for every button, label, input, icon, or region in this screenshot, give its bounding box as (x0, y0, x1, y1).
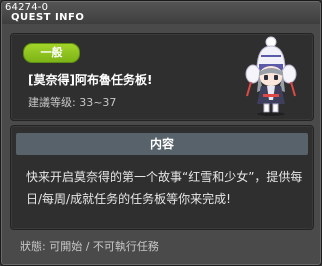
quest-name: [莫奈得]阿布魯任务板! (28, 73, 153, 87)
quest-description: 快来开启莫奈得的第一个故事“红雪和少女”，提供每日/每周/成就任务的任务板等你来… (26, 170, 303, 206)
snow-girl-npc-icon (245, 36, 297, 116)
window-title: QUEST INFO (11, 12, 85, 23)
quest-info-window: 64274-0 QUEST INFO 一般 [莫奈得]阿布魯任务板! 建議等级:… (0, 0, 322, 266)
quest-content-panel: 内容 快来开启莫奈得的第一个故事“红雪和少女”，提供每日/每周/成就任务的任务板… (10, 125, 314, 230)
quest-status: 狀態: 可開始 / 不可執行任務 (20, 240, 159, 253)
title-bar[interactable]: 64274-0 QUEST INFO (2, 2, 320, 24)
content-header: 内容 (16, 133, 308, 155)
quest-header-panel: 一般 [莫奈得]阿布魯任务板! 建議等级: 33~37 (10, 33, 314, 121)
category-badge: 一般 (23, 43, 80, 63)
recommended-level: 建議等级: 33~37 (28, 96, 117, 109)
